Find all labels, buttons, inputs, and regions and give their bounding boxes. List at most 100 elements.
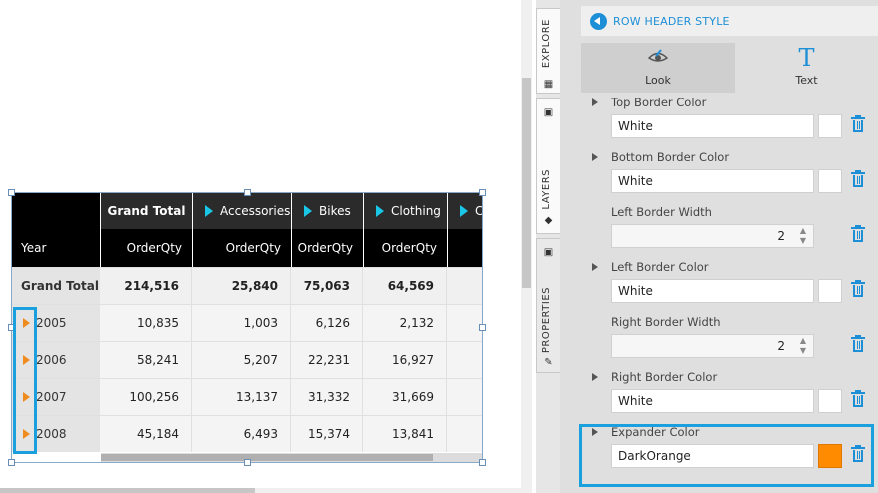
prop-expander-color: Expander Color DarkOrange [581, 422, 878, 477]
spinner-arrows-icon[interactable]: ▲ ▼ [794, 336, 812, 356]
table-horizontal-scrollbar[interactable] [101, 453, 483, 462]
dashboard-canvas: Grand Total Accessories Bikes Clothing C… [0, 0, 520, 493]
expand-triangle-icon[interactable] [205, 204, 213, 217]
property-list: Top Border Color White Bottom Border Col… [581, 98, 878, 493]
column-header-bikes[interactable]: Bikes [291, 192, 363, 229]
scrollbar-thumb[interactable] [522, 78, 531, 288]
expand-triangle-icon[interactable] [460, 204, 468, 217]
color-swatch[interactable] [818, 169, 842, 193]
tab-layers[interactable]: ▣ LAYERS ◆ [536, 98, 560, 234]
column-header-label: Bikes [319, 203, 351, 218]
row-header-label: 2006 [36, 353, 67, 367]
column-header-label: Accessories [220, 203, 291, 218]
tab-label: EXPLORE [541, 19, 552, 69]
properties-panel: ROW HEADER STYLE Look T Text Top Border … [560, 0, 878, 493]
row-header-2006[interactable]: 2006 [11, 342, 100, 378]
prop-label: Left Border Color [611, 260, 709, 274]
prop-right-border-width: Right Border Width 2 ▲ ▼ [581, 312, 878, 367]
spinner-arrows-icon[interactable]: ▲ ▼ [794, 226, 812, 246]
tab-label: LAYERS [541, 169, 552, 210]
prop-top-border-color: Top Border Color White [581, 98, 878, 147]
row-header-label: 2008 [36, 427, 67, 441]
window-icon: ▣ [543, 107, 554, 118]
resize-handle[interactable] [479, 459, 486, 466]
scrollbar-thumb[interactable] [101, 454, 433, 461]
color-swatch[interactable] [818, 389, 842, 413]
tab-label: Text [795, 74, 818, 87]
number-input[interactable]: 2 [611, 334, 814, 358]
resize-handle[interactable] [8, 459, 15, 466]
number-input[interactable]: 2 [611, 224, 814, 248]
color-input[interactable]: White [611, 169, 814, 193]
expander-triangle-icon[interactable] [23, 392, 30, 402]
table-cell: 25,840 [192, 268, 291, 304]
column-header-components[interactable]: Co [447, 192, 483, 229]
column-header-clothing[interactable]: Clothing [363, 192, 447, 229]
expand-triangle-icon[interactable] [592, 98, 598, 106]
expand-triangle-icon[interactable] [592, 373, 598, 381]
tab-text[interactable]: T Text [735, 43, 878, 93]
table-cell: 45,184 [100, 416, 192, 452]
row-header-2008[interactable]: 2008 [11, 416, 100, 452]
expander-triangle-icon[interactable] [23, 318, 30, 328]
trash-icon[interactable] [851, 115, 865, 134]
brush-icon: ✎ [544, 357, 553, 368]
resize-handle[interactable] [479, 324, 486, 331]
tab-properties[interactable]: ▣ PROPERTIES ✎ [536, 238, 560, 373]
table-cell: 10,835 [100, 305, 192, 341]
canvas-horizontal-scrollbar[interactable] [0, 488, 532, 493]
trash-icon[interactable] [851, 280, 865, 299]
table-cell: 75,063 [291, 268, 363, 304]
resize-handle[interactable] [8, 189, 15, 196]
prop-left-border-color: Left Border Color White [581, 257, 878, 312]
tab-explore[interactable]: EXPLORE ▦ [536, 8, 560, 94]
expand-triangle-icon[interactable] [592, 428, 598, 436]
tab-look[interactable]: Look [581, 43, 735, 93]
row-header-2005[interactable]: 2005 [11, 305, 100, 341]
eye-icon [647, 49, 669, 70]
table-cell: 214,516 [100, 268, 192, 304]
row-header-grand-total: Grand Total [11, 268, 100, 304]
color-swatch[interactable] [818, 279, 842, 303]
measure-header: OrderQty [291, 229, 363, 267]
trash-icon[interactable] [851, 390, 865, 409]
resize-handle[interactable] [244, 459, 251, 466]
color-input[interactable]: White [611, 114, 814, 138]
expander-triangle-icon[interactable] [23, 355, 30, 365]
color-input[interactable]: White [611, 389, 814, 413]
prop-label: Right Border Width [611, 315, 721, 329]
expand-triangle-icon[interactable] [592, 263, 598, 271]
table-row: 2008 45,184 6,493 15,374 13,841 [11, 415, 483, 452]
resize-handle[interactable] [479, 189, 486, 196]
trash-icon[interactable] [851, 445, 865, 464]
crosstab-table[interactable]: Grand Total Accessories Bikes Clothing C… [11, 192, 483, 462]
trash-icon[interactable] [851, 225, 865, 244]
resize-handle[interactable] [8, 324, 15, 331]
table-cell: 16,927 [363, 342, 447, 378]
expander-triangle-icon[interactable] [23, 429, 30, 439]
row-header-2007[interactable]: 2007 [11, 379, 100, 415]
trash-icon[interactable] [851, 170, 865, 189]
scrollbar-thumb[interactable] [0, 488, 255, 493]
canvas-vertical-scrollbar[interactable] [521, 0, 532, 493]
color-swatch[interactable] [818, 114, 842, 138]
expand-triangle-icon[interactable] [376, 204, 384, 217]
color-input[interactable]: DarkOrange [611, 444, 814, 468]
prop-label: Expander Color [611, 425, 700, 439]
table-row: 2005 10,835 1,003 6,126 2,132 [11, 304, 483, 341]
column-header-label: Clothing [391, 203, 441, 218]
expand-triangle-icon[interactable] [304, 204, 312, 217]
table-cell: 58,241 [100, 342, 192, 378]
prop-right-border-color: Right Border Color White [581, 367, 878, 422]
trash-icon[interactable] [851, 335, 865, 354]
panel-header[interactable]: ROW HEADER STYLE [581, 6, 878, 36]
color-swatch[interactable] [818, 444, 842, 468]
back-arrow-icon[interactable] [590, 12, 607, 30]
column-header-accessories[interactable]: Accessories [192, 192, 291, 229]
tab-label: PROPERTIES [541, 287, 552, 354]
resize-handle[interactable] [244, 189, 251, 196]
color-input[interactable]: White [611, 279, 814, 303]
style-tabs: Look T Text [581, 43, 878, 93]
expand-triangle-icon[interactable] [592, 153, 598, 161]
prop-label: Bottom Border Color [611, 150, 730, 164]
